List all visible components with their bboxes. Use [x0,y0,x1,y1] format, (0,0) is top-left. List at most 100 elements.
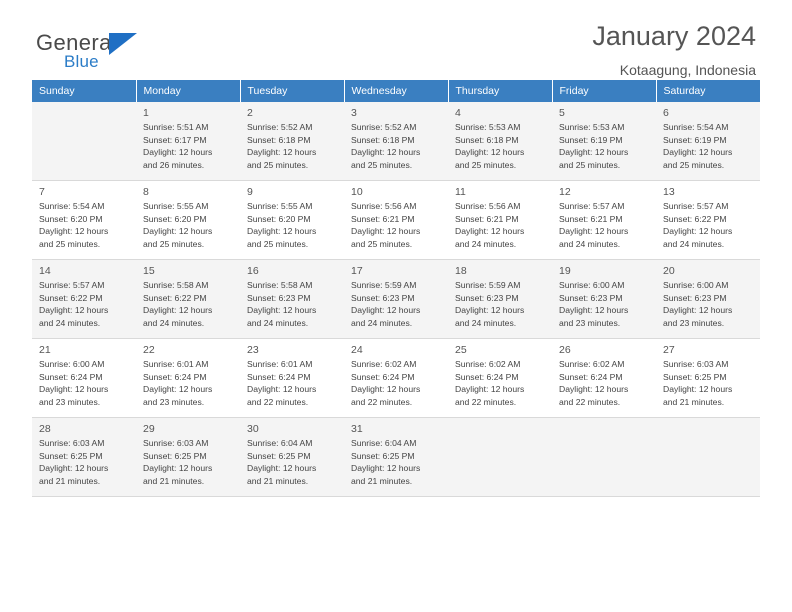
day-number: 28 [39,423,51,435]
sunrise-text: Sunrise: 5:52 AM [351,122,417,132]
day-details: Sunrise: 6:00 AM Sunset: 6:24 PM Dayligh… [32,358,136,413]
day-cell[interactable]: 16 Sunrise: 5:58 AM Sunset: 6:23 PM Dayl… [240,259,344,339]
day-cell[interactable]: 6 Sunrise: 5:54 AM Sunset: 6:19 PM Dayli… [656,102,760,181]
day-number: 7 [39,186,45,198]
day-number: 9 [247,186,253,198]
day-cell[interactable]: 7 Sunrise: 5:54 AM Sunset: 6:20 PM Dayli… [32,180,136,260]
sunrise-text: Sunrise: 6:04 AM [247,438,313,448]
sunrise-text: Sunrise: 5:53 AM [455,122,521,132]
day-cell[interactable]: 31 Sunrise: 6:04 AM Sunset: 6:25 PM Dayl… [344,417,448,497]
daylight-text-line1: Daylight: 12 hours [559,147,629,158]
day-number: 29 [143,423,155,435]
day-cell[interactable]: 10 Sunrise: 5:56 AM Sunset: 6:21 PM Dayl… [344,180,448,260]
day-details: Sunrise: 5:51 AM Sunset: 6:17 PM Dayligh… [136,121,240,176]
daylight-text-line2: and 24 minutes. [559,238,621,249]
day-number: 22 [143,344,155,356]
day-cell[interactable]: 21 Sunrise: 6:00 AM Sunset: 6:24 PM Dayl… [32,338,136,418]
day-number: 11 [455,186,466,198]
daylight-text-line1: Daylight: 12 hours [247,463,317,474]
day-cell[interactable]: 5 Sunrise: 5:53 AM Sunset: 6:19 PM Dayli… [552,102,656,181]
calendar-week-row: 21 Sunrise: 6:00 AM Sunset: 6:24 PM Dayl… [32,338,760,418]
daylight-text-line1: Daylight: 12 hours [351,226,421,237]
day-cell[interactable]: 30 Sunrise: 6:04 AM Sunset: 6:25 PM Dayl… [240,417,344,497]
daylight-text-line2: and 25 minutes. [455,159,517,170]
daylight-text-line2: and 24 minutes. [143,317,205,328]
daylight-text-line1: Daylight: 12 hours [455,147,525,158]
day-cell[interactable]: 27 Sunrise: 6:03 AM Sunset: 6:25 PM Dayl… [656,338,760,418]
day-cell[interactable]: 24 Sunrise: 6:02 AM Sunset: 6:24 PM Dayl… [344,338,448,418]
day-number: 10 [351,186,363,198]
day-cell[interactable]: 26 Sunrise: 6:02 AM Sunset: 6:24 PM Dayl… [552,338,656,418]
day-number: 31 [351,423,363,435]
daylight-text-line2: and 23 minutes. [143,396,205,407]
daylight-text-line1: Daylight: 12 hours [247,147,317,158]
daylight-text-line1: Daylight: 12 hours [39,305,109,316]
sunrise-text: Sunrise: 6:04 AM [351,438,417,448]
daylight-text-line1: Daylight: 12 hours [247,305,317,316]
sunset-text: Sunset: 6:17 PM [143,134,207,145]
day-details: Sunrise: 5:55 AM Sunset: 6:20 PM Dayligh… [136,200,240,255]
sunset-text: Sunset: 6:25 PM [351,450,415,461]
day-cell[interactable]: 4 Sunrise: 5:53 AM Sunset: 6:18 PM Dayli… [448,102,552,181]
day-cell[interactable]: 17 Sunrise: 5:59 AM Sunset: 6:23 PM Dayl… [344,259,448,339]
daylight-text-line2: and 21 minutes. [143,475,205,486]
daylight-text-line2: and 24 minutes. [39,317,101,328]
sunrise-text: Sunrise: 5:54 AM [39,201,105,211]
daylight-text-line1: Daylight: 12 hours [247,384,317,395]
day-number: 14 [39,265,51,277]
sunset-text: Sunset: 6:18 PM [351,134,415,145]
page-header: General Blue January 2024 Kotaagung, Ind… [32,0,760,77]
day-details: Sunrise: 5:52 AM Sunset: 6:18 PM Dayligh… [344,121,448,176]
sunset-text: Sunset: 6:19 PM [559,134,623,145]
day-number: 8 [143,186,149,198]
daylight-text-line2: and 24 minutes. [455,238,517,249]
day-details: Sunrise: 6:00 AM Sunset: 6:23 PM Dayligh… [552,279,656,334]
day-cell[interactable]: 19 Sunrise: 6:00 AM Sunset: 6:23 PM Dayl… [552,259,656,339]
logo-blue-text: Blue [64,52,99,71]
day-cell[interactable]: 28 Sunrise: 6:03 AM Sunset: 6:25 PM Dayl… [32,417,136,497]
daylight-text-line2: and 25 minutes. [39,238,101,249]
daylight-text-line2: and 23 minutes. [559,317,621,328]
sunset-text: Sunset: 6:24 PM [559,371,623,382]
day-number: 12 [559,186,571,198]
day-cell[interactable]: 23 Sunrise: 6:01 AM Sunset: 6:24 PM Dayl… [240,338,344,418]
sunrise-text: Sunrise: 5:58 AM [247,280,313,290]
sunset-text: Sunset: 6:23 PM [663,292,727,303]
day-cell[interactable]: 2 Sunrise: 5:52 AM Sunset: 6:18 PM Dayli… [240,102,344,181]
day-cell[interactable]: 12 Sunrise: 5:57 AM Sunset: 6:21 PM Dayl… [552,180,656,260]
day-details: Sunrise: 6:02 AM Sunset: 6:24 PM Dayligh… [344,358,448,413]
day-details: Sunrise: 5:55 AM Sunset: 6:20 PM Dayligh… [240,200,344,255]
sunrise-text: Sunrise: 5:52 AM [247,122,313,132]
day-cell[interactable]: 18 Sunrise: 5:59 AM Sunset: 6:23 PM Dayl… [448,259,552,339]
day-cell[interactable]: 14 Sunrise: 5:57 AM Sunset: 6:22 PM Dayl… [32,259,136,339]
daylight-text-line2: and 25 minutes. [663,159,725,170]
day-cell[interactable]: 8 Sunrise: 5:55 AM Sunset: 6:20 PM Dayli… [136,180,240,260]
day-cell[interactable]: 15 Sunrise: 5:58 AM Sunset: 6:22 PM Dayl… [136,259,240,339]
daylight-text-line1: Daylight: 12 hours [39,463,109,474]
weekday-header-thursday: Thursday [447,80,553,102]
day-cell-empty [32,102,136,181]
day-cell[interactable]: 1 Sunrise: 5:51 AM Sunset: 6:17 PM Dayli… [136,102,240,181]
weekday-header-row: Sunday Monday Tuesday Wednesday Thursday… [32,80,760,102]
day-cell[interactable]: 20 Sunrise: 6:00 AM Sunset: 6:23 PM Dayl… [656,259,760,339]
day-cell[interactable]: 25 Sunrise: 6:02 AM Sunset: 6:24 PM Dayl… [448,338,552,418]
day-cell[interactable]: 3 Sunrise: 5:52 AM Sunset: 6:18 PM Dayli… [344,102,448,181]
calendar-week-row: 28 Sunrise: 6:03 AM Sunset: 6:25 PM Dayl… [32,417,760,497]
daylight-text-line2: and 21 minutes. [663,396,725,407]
sunrise-text: Sunrise: 6:01 AM [143,359,209,369]
sunset-text: Sunset: 6:24 PM [455,371,519,382]
day-cell[interactable]: 13 Sunrise: 5:57 AM Sunset: 6:22 PM Dayl… [656,180,760,260]
sunrise-text: Sunrise: 6:03 AM [39,438,105,448]
daylight-text-line2: and 25 minutes. [247,159,309,170]
daylight-text-line1: Daylight: 12 hours [351,463,421,474]
day-cell[interactable]: 11 Sunrise: 5:56 AM Sunset: 6:21 PM Dayl… [448,180,552,260]
day-details: Sunrise: 5:57 AM Sunset: 6:21 PM Dayligh… [552,200,656,255]
sunrise-text: Sunrise: 6:02 AM [455,359,521,369]
day-number: 20 [663,265,675,277]
day-cell[interactable]: 29 Sunrise: 6:03 AM Sunset: 6:25 PM Dayl… [136,417,240,497]
day-number: 1 [143,107,149,119]
day-cell[interactable]: 22 Sunrise: 6:01 AM Sunset: 6:24 PM Dayl… [136,338,240,418]
day-cell[interactable]: 9 Sunrise: 5:55 AM Sunset: 6:20 PM Dayli… [240,180,344,260]
weekday-header-tuesday: Tuesday [239,80,345,102]
daylight-text-line1: Daylight: 12 hours [143,305,213,316]
